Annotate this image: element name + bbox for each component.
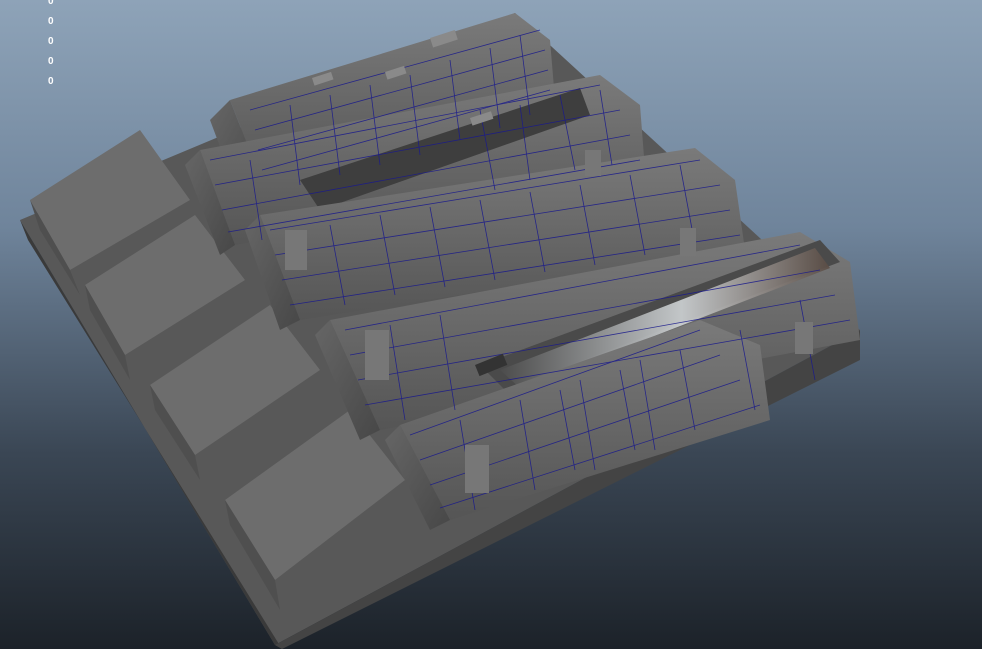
scene-view[interactable]: [0, 0, 982, 649]
hud-readout: 0 0 0 0 0: [48, 0, 78, 92]
hud-line-2: 0: [48, 16, 54, 27]
maya-viewport[interactable]: 0 0 0 0 0: [0, 0, 982, 649]
hud-line-5: 0: [48, 76, 54, 87]
hud-line-4: 0: [48, 56, 54, 67]
hud-line-3: 0: [48, 36, 54, 47]
hud-line-1: 0: [48, 0, 54, 7]
